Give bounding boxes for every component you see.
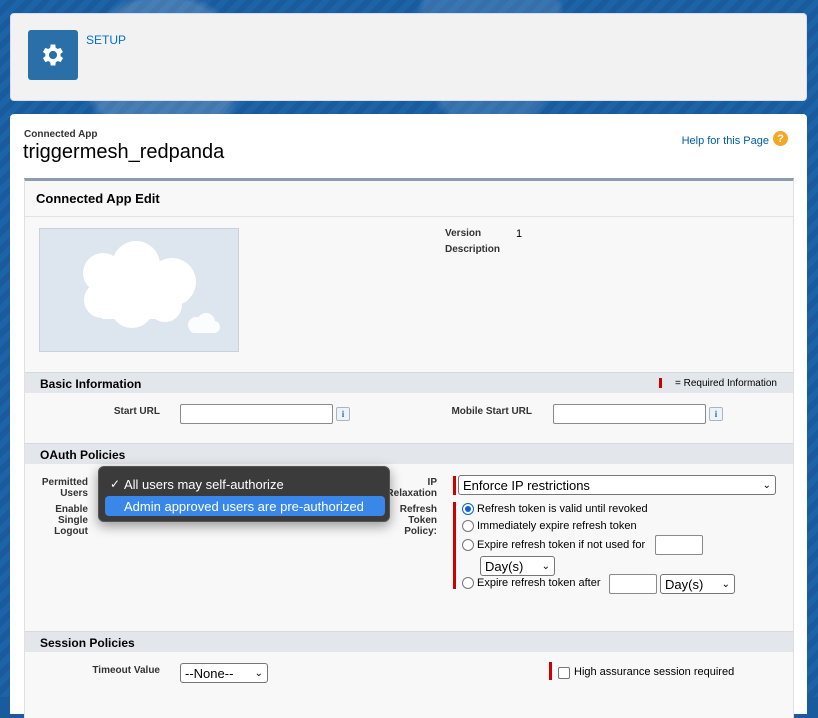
expire-after-unit-select[interactable]: Day(s) ⌄ (660, 574, 735, 594)
high-assurance-label: High assurance session required (574, 666, 735, 678)
version-label: Version (445, 228, 482, 239)
required-marker (659, 378, 662, 388)
dropdown-option-self-authorize[interactable]: ✓ All users may self-authorize (105, 474, 385, 494)
basic-information-header: Basic Information = Required Information (25, 372, 793, 393)
dropdown-option-admin-approved[interactable]: Admin approved users are pre-authorized (105, 496, 385, 516)
panel-title: Connected App Edit (25, 181, 793, 217)
single-logout-label: Enable Single Logout (54, 504, 88, 537)
not-used-duration-input[interactable] (655, 535, 703, 555)
radio-selected[interactable] (462, 503, 474, 515)
info-icon[interactable]: i (709, 407, 723, 421)
setup-link[interactable]: SETUP (86, 33, 126, 47)
permitted-users-label: Permitted Users (41, 477, 88, 499)
expire-after-duration-input[interactable] (609, 574, 657, 594)
chevron-down-icon: ⌄ (721, 578, 730, 590)
connected-app-edit-panel: Connected App Edit Version 1 Description… (24, 178, 794, 718)
info-icon[interactable]: i (336, 407, 350, 421)
refresh-option-expire-if-not-used[interactable]: Expire refresh token if not used for (462, 539, 645, 551)
high-assurance-checkbox[interactable] (558, 667, 570, 679)
refresh-token-policy-label: Refresh Token Policy: (399, 504, 437, 537)
start-url-label: Start URL (113, 406, 160, 417)
gear-icon (28, 30, 78, 80)
timeout-value-label: Timeout Value (92, 665, 160, 676)
section-title: OAuth Policies (40, 448, 126, 462)
question-icon[interactable]: ? (773, 131, 788, 146)
not-used-unit-select[interactable]: Day(s) ⌄ (480, 556, 555, 576)
section-title: Basic Information (40, 377, 142, 391)
radio[interactable] (462, 539, 474, 551)
chevron-down-icon: ⌄ (254, 667, 263, 679)
version-value: 1 (516, 228, 523, 240)
timeout-value-select[interactable]: --None-- ⌄ (180, 663, 268, 683)
required-legend: = Required Information (674, 378, 777, 389)
description-label: Description (445, 244, 501, 255)
setup-header: SETUP (10, 13, 807, 101)
session-policies-header: Session Policies (25, 631, 793, 652)
app-kicker: Connected App (24, 129, 98, 140)
section-title: Session Policies (40, 636, 135, 650)
permitted-users-dropdown[interactable]: ✓ All users may self-authorize Admin app… (98, 466, 390, 522)
required-marker (453, 476, 456, 495)
app-logo (39, 228, 239, 352)
mobile-start-url-label: Mobile Start URL (451, 406, 532, 417)
refresh-option-expire-after[interactable]: Expire refresh token after (462, 577, 601, 589)
required-marker (549, 662, 552, 680)
chevron-down-icon: ⌄ (762, 479, 771, 491)
refresh-option-immediately-expire[interactable]: Immediately expire refresh token (462, 520, 637, 532)
oauth-policies-header: OAuth Policies (25, 443, 793, 464)
required-marker (453, 502, 456, 589)
start-url-input[interactable] (180, 404, 333, 424)
radio[interactable] (462, 520, 474, 532)
mobile-start-url-input[interactable] (553, 404, 706, 424)
chevron-down-icon: ⌄ (541, 560, 550, 572)
refresh-option-valid-until-revoked[interactable]: Refresh token is valid until revoked (462, 503, 648, 515)
check-icon: ✓ (110, 477, 121, 491)
page-title: triggermesh_redpanda (23, 141, 225, 163)
help-link[interactable]: Help for this Page (682, 135, 769, 147)
radio[interactable] (462, 577, 474, 589)
ip-relaxation-label: IP Relaxation (386, 477, 437, 499)
main-content: Connected App triggermesh_redpanda Help … (10, 114, 807, 718)
ip-relaxation-select[interactable]: Enforce IP restrictions ⌄ (458, 475, 776, 495)
